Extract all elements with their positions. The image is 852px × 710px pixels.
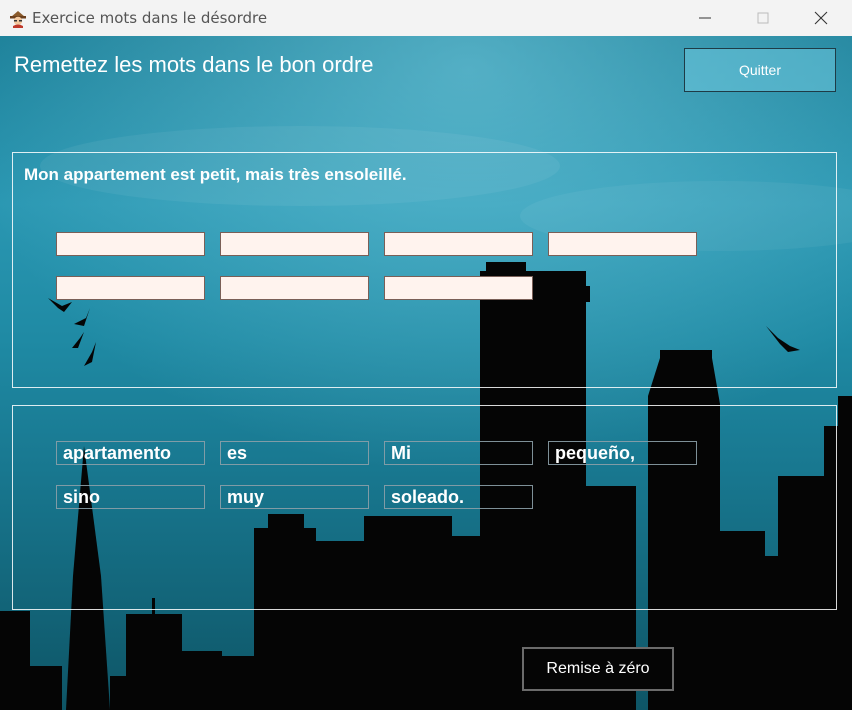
answer-slot[interactable] — [220, 232, 369, 256]
word-tile[interactable]: soleado. — [384, 485, 533, 509]
answer-slot[interactable] — [384, 276, 533, 300]
word-tile[interactable]: es — [220, 441, 369, 465]
answer-slot[interactable] — [220, 276, 369, 300]
app-window: Exercice mots dans le désordre Remettez … — [0, 0, 852, 710]
word-tile[interactable]: pequeño, — [548, 441, 697, 465]
answer-slot[interactable] — [548, 232, 697, 256]
reset-button[interactable]: Remise à zéro — [522, 647, 674, 691]
quit-button[interactable]: Quitter — [684, 48, 836, 92]
answer-slot[interactable] — [56, 232, 205, 256]
word-tile[interactable]: muy — [220, 485, 369, 509]
window-title: Exercice mots dans le désordre — [32, 9, 268, 27]
french-sentence: Mon appartement est petit, mais très ens… — [24, 165, 407, 184]
answer-panel: Mon appartement est petit, mais très ens… — [12, 152, 837, 388]
close-button[interactable] — [792, 0, 850, 36]
detective-icon — [8, 8, 28, 28]
minimize-icon — [699, 17, 711, 19]
maximize-icon — [757, 12, 769, 24]
minimize-button[interactable] — [676, 0, 734, 36]
title-bar: Exercice mots dans le désordre — [0, 0, 852, 36]
client-area: Remettez les mots dans le bon ordre Quit… — [0, 36, 852, 710]
maximize-button[interactable] — [734, 0, 792, 36]
close-icon — [814, 11, 828, 25]
word-tile[interactable]: apartamento — [56, 441, 205, 465]
answer-slot[interactable] — [384, 232, 533, 256]
page-title: Remettez les mots dans le bon ordre — [14, 52, 374, 77]
word-tile[interactable]: Mi — [384, 441, 533, 465]
answer-slot[interactable] — [56, 276, 205, 300]
word-bank-panel: apartamento es Mi pequeño, sino muy sole… — [12, 405, 837, 610]
word-tile[interactable]: sino — [56, 485, 205, 509]
